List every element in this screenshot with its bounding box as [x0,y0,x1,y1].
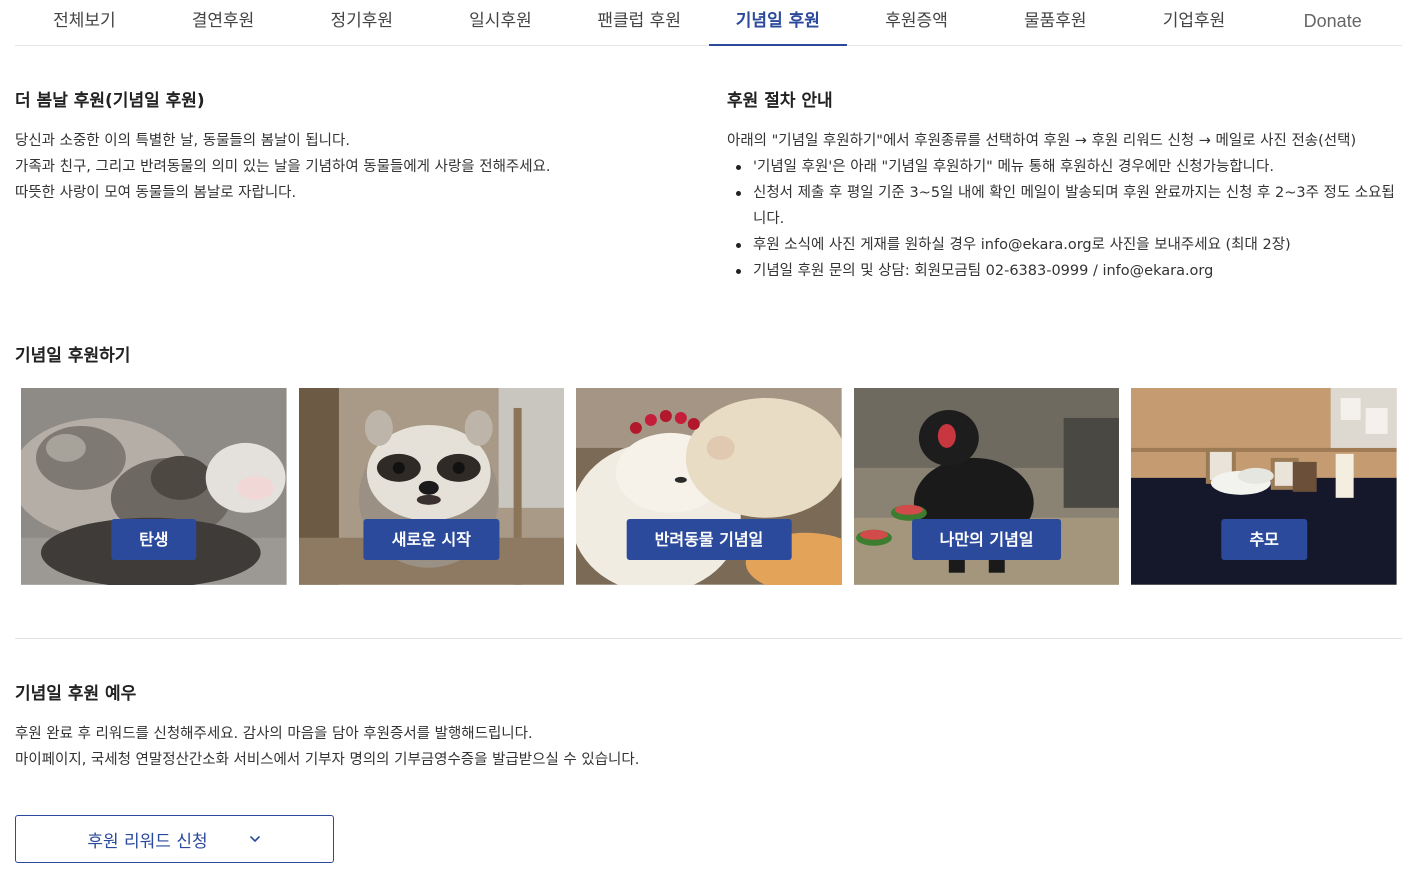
category-tabs: 전체보기 결연후원 정기후원 일시후원 팬클럽 후원 기념일 후원 후원증액 물… [15,0,1402,46]
tab-fanclub[interactable]: 팬클럽 후원 [570,0,709,45]
section-divider [15,638,1402,639]
etiquette-line: 마이페이지, 국세청 연말정산간소화 서비스에서 기부자 명의의 기부금영수증을… [15,752,640,768]
reward-request-label: 후원 리워드 신청 [87,831,208,852]
tab-donate[interactable]: Donate [1263,0,1402,45]
intro-line: 당신과 소중한 이의 특별한 날, 동물들의 봄날이 됩니다. [15,133,350,149]
tab-sponsorship[interactable]: 결연후원 [154,0,293,45]
procedure-section: 후원 절차 안내 아래의 "기념일 후원하기"에서 후원종류를 선택하여 후원 … [727,86,1397,284]
tab-anniversary[interactable]: 기념일 후원 [708,0,848,46]
procedure-list: '기념일 후원'은 아래 "기념일 후원하기" 메뉴 통해 후원하신 경우에만 … [727,154,1397,284]
intro-title: 더 봄날 후원(기념일 후원) [15,91,205,111]
tab-goods[interactable]: 물품후원 [986,0,1125,45]
card-my-anniversary[interactable]: 나만의 기념일 [853,388,1120,585]
procedure-bullet: '기념일 후원'은 아래 "기념일 후원하기" 메뉴 통해 후원하신 경우에만 … [727,154,1397,180]
chevron-down-icon [249,836,260,842]
card-new-start[interactable]: 새로운 시작 [298,388,565,585]
etiquette-title: 기념일 후원 예우 [15,684,137,704]
tab-corporate[interactable]: 기업후원 [1125,0,1264,45]
birth-button[interactable]: 탄생 [111,519,197,560]
procedure-bullet: 신청서 제출 후 평일 기준 3~5일 내에 확인 메일이 발송되며 후원 완료… [727,180,1397,232]
procedure-title: 후원 절차 안내 [727,91,833,111]
card-pet-anniversary[interactable]: 반려동물 기념일 [576,388,842,585]
card-memorial[interactable]: 추모 [1131,388,1397,585]
intro-line: 따뜻한 사랑이 모여 동물들의 봄날로 자랍니다. [15,185,297,201]
tab-regular[interactable]: 정기후원 [292,0,431,45]
etiquette-line: 후원 완료 후 리워드를 신청해주세요. 감사의 마음을 담아 후원증서를 발행… [15,726,533,742]
donate-section-title: 기념일 후원하기 [15,346,131,366]
pet-anniversary-button[interactable]: 반려동물 기념일 [626,519,792,560]
anniversary-cards: 탄생 새로운 시작 반려동물 기념일 나만의 기념일 추모 [21,388,1397,585]
tab-all[interactable]: 전체보기 [15,0,154,45]
card-birth[interactable]: 탄생 [21,388,287,585]
intro-section: 더 봄날 후원(기념일 후원) 당신과 소중한 이의 특별한 날, 동물들의 봄… [15,86,655,206]
intro-line: 가족과 친구, 그리고 반려동물의 의미 있는 날을 기념하여 동물들에게 사랑… [15,159,551,175]
tab-increase[interactable]: 후원증액 [847,0,986,45]
my-anniversary-button[interactable]: 나만의 기념일 [911,519,1062,560]
reward-request-button[interactable]: 후원 리워드 신청 [15,815,334,863]
procedure-bullet: 기념일 후원 문의 및 상담: 회원모금팀 02-6383-0999 / inf… [727,258,1397,284]
procedure-bullet: 후원 소식에 사진 게재를 원하실 경우 info@ekara.org로 사진을… [727,232,1397,258]
procedure-description: 아래의 "기념일 후원하기"에서 후원종류를 선택하여 후원 → 후원 리워드 … [727,133,1357,149]
new-start-button[interactable]: 새로운 시작 [363,519,499,560]
tab-one-time[interactable]: 일시후원 [431,0,570,45]
memorial-button[interactable]: 추모 [1221,519,1307,560]
etiquette-section: 기념일 후원 예우 후원 완료 후 리워드를 신청해주세요. 감사의 마음을 담… [15,679,685,773]
